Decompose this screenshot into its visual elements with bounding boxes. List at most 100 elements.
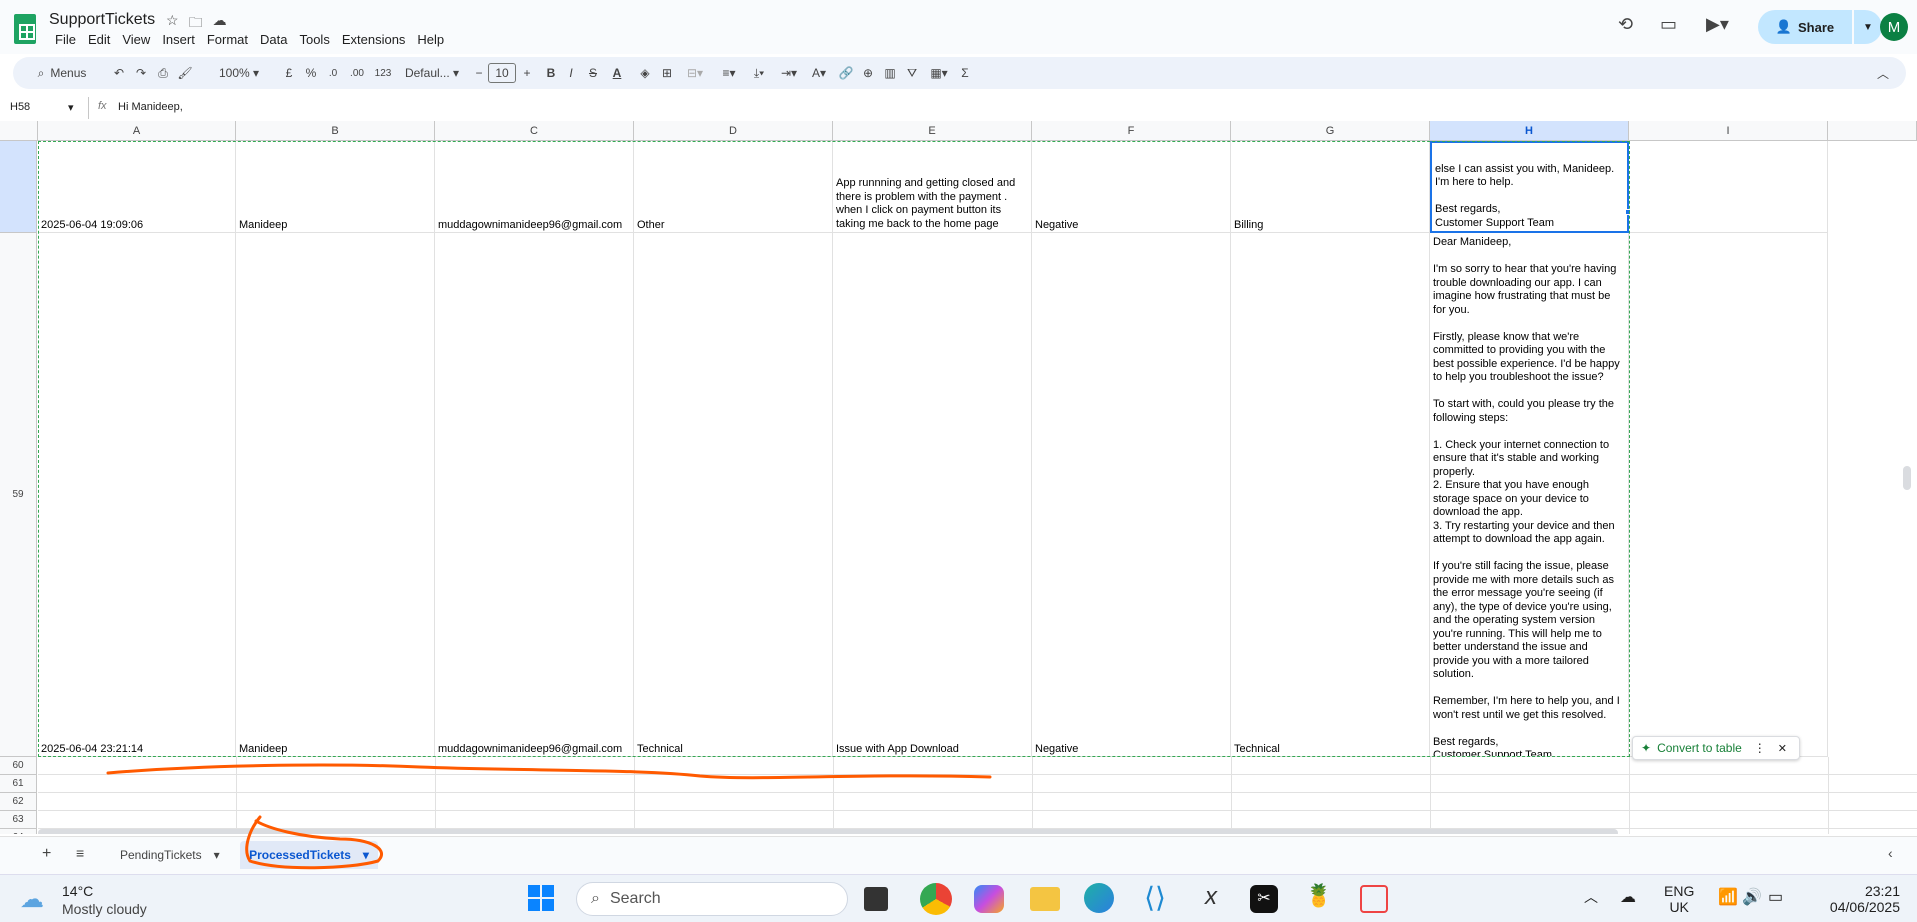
- battery-icon[interactable]: ▭: [1768, 887, 1783, 907]
- name-box[interactable]: H58 ▾: [10, 101, 78, 114]
- font-size-decrease-button[interactable]: −: [471, 57, 487, 89]
- spreadsheet-grid: A B C D E F G H I 2025-06-04 19:09:06 Ma…: [0, 121, 1917, 834]
- merge-cells-icon[interactable]: ⊟▾: [681, 57, 709, 89]
- toolbar: ⌕ Menus ↶ ↷ ⎙ 🖌 100% ▾ £ % .0 .00 123 Def…: [13, 57, 1906, 89]
- formula-bar: H58 ▾ fx Hi Manideep,: [0, 97, 1917, 119]
- font-value: Defaul...: [404, 66, 450, 80]
- chrome-icon[interactable]: [920, 883, 952, 915]
- menu-view[interactable]: View: [116, 32, 156, 47]
- volume-icon[interactable]: 🔊: [1742, 887, 1762, 907]
- cell-ref: H58: [10, 101, 31, 113]
- document-title[interactable]: SupportTickets: [49, 11, 155, 29]
- menu-data[interactable]: Data: [254, 32, 293, 47]
- borders-icon[interactable]: ⊞: [659, 57, 675, 89]
- clock[interactable]: 23:21 04/06/2025: [1818, 883, 1900, 915]
- avatar[interactable]: M: [1880, 13, 1908, 41]
- zoom-value: 100%: [218, 66, 250, 80]
- sheets-logo-icon[interactable]: [14, 14, 36, 44]
- menus-label: Menus: [50, 66, 87, 80]
- weather-temp[interactable]: 14°C: [62, 883, 93, 899]
- share-people-icon: 👤: [1775, 19, 1793, 34]
- edge-icon[interactable]: [1084, 883, 1114, 913]
- undo-icon[interactable]: ↶: [109, 57, 129, 89]
- decrease-decimal-button[interactable]: .0: [323, 57, 343, 89]
- fill-color-icon[interactable]: ◈: [637, 57, 653, 89]
- sidepanel-toggle-icon[interactable]: ‹: [1888, 845, 1893, 861]
- paint-format-icon[interactable]: 🖌: [175, 57, 195, 89]
- menu-tools[interactable]: Tools: [293, 32, 335, 47]
- collapse-toolbar-icon[interactable]: ︿: [1873, 57, 1893, 89]
- share-label: Share: [1798, 19, 1835, 35]
- text-rotation-icon[interactable]: A▾: [805, 57, 833, 89]
- vertical-align-icon[interactable]: ⤓▾: [745, 57, 773, 89]
- number-format-button[interactable]: 123: [371, 57, 395, 89]
- xming-icon[interactable]: x: [1196, 883, 1226, 913]
- file-explorer-icon[interactable]: [1030, 887, 1060, 911]
- sheet-tab-pendingtickets[interactable]: PendingTickets ▾: [120, 848, 220, 862]
- menus-search[interactable]: ⌕ Menus: [23, 57, 101, 89]
- menu-insert[interactable]: Insert: [156, 32, 201, 47]
- insert-comment-icon[interactable]: ⊕: [859, 57, 877, 89]
- text-wrap-icon[interactable]: ⇥▾: [775, 57, 803, 89]
- zoom-select[interactable]: 100% ▾: [213, 57, 265, 89]
- currency-button[interactable]: £: [281, 57, 297, 89]
- menu-help[interactable]: Help: [411, 32, 450, 47]
- horizontal-align-icon[interactable]: ≡▾: [715, 57, 743, 89]
- search-placeholder: Search: [609, 890, 661, 907]
- strikethrough-button[interactable]: S: [585, 57, 601, 89]
- search-icon: ⌕: [37, 65, 45, 80]
- wifi-icon[interactable]: 📶: [1718, 887, 1738, 907]
- print-icon[interactable]: ⎙: [153, 57, 173, 89]
- clock-date: 04/06/2025: [1829, 899, 1900, 915]
- redo-icon[interactable]: ↷: [131, 57, 151, 89]
- insert-chart-icon[interactable]: ▥: [881, 57, 899, 89]
- onedrive-warning-icon[interactable]: ☁: [1620, 887, 1636, 907]
- text-color-button[interactable]: A: [609, 57, 625, 89]
- percent-button[interactable]: %: [303, 57, 319, 89]
- menu-extensions[interactable]: Extensions: [336, 32, 412, 47]
- weather-cloud-icon[interactable]: ☁: [20, 885, 44, 914]
- lang-top: ENG: [1664, 883, 1695, 899]
- pineapple-app-icon[interactable]: 🍍: [1304, 883, 1334, 913]
- show-hidden-icons-chevron-icon[interactable]: ︿: [1584, 887, 1598, 907]
- language-indicator[interactable]: ENG UK: [1664, 883, 1694, 915]
- italic-button[interactable]: I: [563, 57, 579, 89]
- insert-link-icon[interactable]: 🔗: [837, 57, 855, 89]
- copilot-icon[interactable]: [974, 885, 1004, 913]
- snipping-tool-icon[interactable]: [1360, 885, 1388, 913]
- increase-decimal-button[interactable]: .00: [345, 57, 369, 89]
- add-sheet-icon[interactable]: +: [42, 845, 51, 863]
- share-button[interactable]: 👤 Share: [1758, 10, 1852, 44]
- taskbar-search-box[interactable]: ⌕ Search: [576, 882, 848, 916]
- capcut-icon[interactable]: ✂: [1250, 885, 1278, 913]
- menu-edit[interactable]: Edit: [82, 32, 116, 47]
- all-sheets-icon[interactable]: ≡: [76, 845, 84, 861]
- comments-icon[interactable]: ▭: [1660, 14, 1677, 40]
- functions-button[interactable]: Σ: [957, 57, 973, 89]
- weather-desc[interactable]: Mostly cloudy: [62, 901, 147, 917]
- task-view-icon[interactable]: [864, 887, 888, 911]
- search-icon: ⌕: [591, 890, 600, 907]
- clock-time: 23:21: [1864, 883, 1900, 899]
- version-history-icon[interactable]: ⟲: [1618, 14, 1633, 40]
- lang-bottom: UK: [1669, 899, 1689, 915]
- bold-button[interactable]: B: [543, 57, 559, 89]
- fx-icon: fx: [98, 100, 107, 112]
- annotation-circle-stroke: [245, 815, 383, 870]
- menu-format[interactable]: Format: [201, 32, 254, 47]
- vscode-icon[interactable]: ⟨⟩: [1140, 883, 1170, 913]
- annotation-underline-stroke: [106, 763, 992, 780]
- sheet-tabs-bar: + ≡ PendingTickets ▾ ProcessedTickets ▾ ‹: [0, 815, 1917, 874]
- filter-icon[interactable]: ⛛: [903, 57, 921, 89]
- filter-views-icon[interactable]: ▦▾: [925, 57, 953, 89]
- share-dropdown-button[interactable]: ▼: [1854, 10, 1882, 44]
- font-size-input[interactable]: 10: [488, 63, 516, 83]
- name-box-dropdown-icon: ▾: [68, 102, 74, 114]
- menu-file[interactable]: File: [49, 32, 82, 47]
- menu-bar: File Edit View Insert Format Data Tools …: [49, 32, 450, 47]
- formula-input[interactable]: Hi Manideep,: [118, 101, 1898, 113]
- start-windows-icon[interactable]: [528, 885, 554, 911]
- font-select[interactable]: Defaul... ▾: [401, 57, 463, 89]
- meet-icon[interactable]: ▶▾: [1706, 14, 1729, 40]
- font-size-increase-button[interactable]: +: [519, 57, 535, 89]
